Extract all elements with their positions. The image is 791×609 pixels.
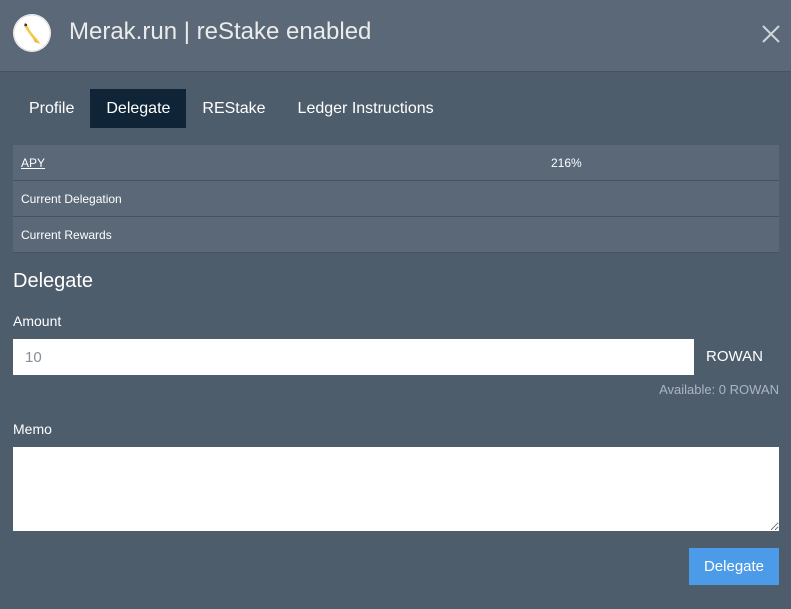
memo-label: Memo	[13, 421, 52, 437]
delegate-modal: Merak.run | reStake enabled Profile Dele…	[0, 0, 791, 609]
delegate-section-title: Delegate	[13, 270, 94, 292]
available-balance: Available: 0 ROWAN	[659, 382, 779, 397]
current-rewards-row: Current Rewards	[13, 217, 779, 253]
apy-row: APY 216%	[13, 145, 779, 181]
tab-restake[interactable]: REStake	[186, 89, 281, 128]
amount-label: Amount	[13, 313, 62, 329]
validator-logo-icon	[13, 14, 51, 52]
close-icon[interactable]	[759, 22, 783, 46]
tab-bar: Profile Delegate REStake Ledger Instruct…	[13, 89, 450, 128]
delegation-info-table: APY 216% Current Delegation Current Rewa…	[13, 145, 779, 253]
apy-value: 216%	[551, 156, 582, 170]
amount-unit: ROWAN	[706, 348, 763, 365]
delegate-button[interactable]: Delegate	[689, 548, 779, 585]
current-rewards-label: Current Rewards	[21, 228, 112, 242]
modal-title: Merak.run | reStake enabled	[69, 18, 372, 45]
current-delegation-row: Current Delegation	[13, 181, 779, 217]
apy-link[interactable]: APY	[21, 156, 45, 170]
tab-ledger-instructions[interactable]: Ledger Instructions	[282, 89, 450, 128]
memo-textarea[interactable]	[13, 447, 779, 531]
modal-header: Merak.run | reStake enabled	[0, 0, 791, 72]
tab-profile[interactable]: Profile	[13, 89, 90, 128]
tab-delegate[interactable]: Delegate	[90, 89, 187, 128]
amount-input[interactable]	[13, 339, 694, 375]
current-delegation-label: Current Delegation	[21, 192, 122, 206]
